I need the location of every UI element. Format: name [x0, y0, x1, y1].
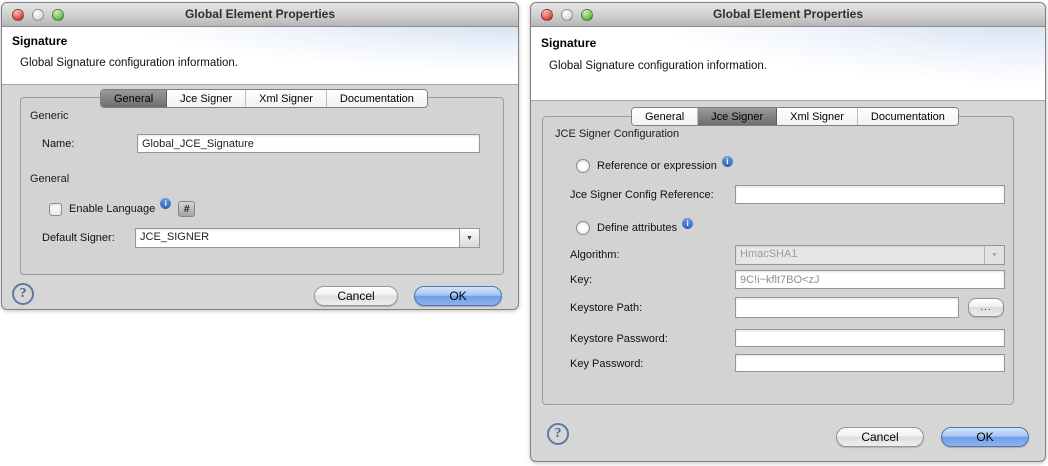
reference-or-expression-label: Reference or expression [597, 160, 717, 172]
cancel-button[interactable]: Cancel [836, 427, 924, 447]
jce-signer-config-label: JCE Signer Configuration [555, 128, 679, 140]
title-bar[interactable]: Global Element Properties [2, 3, 518, 27]
keystore-path-input[interactable] [735, 297, 959, 318]
dialog-global-element-properties-jce-signer: Global Element Properties Signature Glob… [530, 2, 1046, 462]
tab-documentation[interactable]: Documentation [858, 108, 958, 125]
info-icon[interactable]: i [722, 156, 733, 167]
tab-bar: General Jce Signer Xml Signer Documentat… [631, 107, 959, 126]
default-signer-combo[interactable]: JCE_SIGNER ▼ [135, 228, 480, 248]
dialog-header: Signature Global Signature configuration… [2, 27, 518, 85]
enable-language-row: Enable Language i # [49, 201, 195, 217]
title-bar[interactable]: Global Element Properties [531, 3, 1045, 27]
chevron-down-icon: ▼ [984, 246, 1004, 264]
page-subtitle: Global Signature configuration informati… [549, 60, 767, 72]
tab-general[interactable]: General [632, 108, 698, 125]
generic-group-label: Generic [30, 110, 69, 122]
key-input[interactable] [735, 270, 1005, 289]
name-input[interactable] [137, 134, 480, 153]
tab-content-panel [20, 97, 504, 275]
config-reference-label: Jce Signer Config Reference: [570, 189, 714, 201]
page-title: Signature [541, 36, 596, 50]
tab-xml-signer[interactable]: Xml Signer [246, 90, 327, 107]
tab-xml-signer[interactable]: Xml Signer [777, 108, 858, 125]
reference-or-expression-row: Reference or expression i [576, 159, 733, 173]
page-subtitle: Global Signature configuration informati… [20, 57, 238, 69]
tab-jce-signer[interactable]: Jce Signer [167, 90, 246, 107]
algorithm-combo: HmacSHA1 ▼ [735, 245, 1005, 265]
tab-documentation[interactable]: Documentation [327, 90, 427, 107]
dialog-header: Signature Global Signature configuration… [531, 27, 1045, 101]
define-attributes-row: Define attributes i [576, 221, 693, 235]
key-password-label: Key Password: [570, 358, 643, 370]
key-label: Key: [570, 274, 592, 286]
cancel-button[interactable]: Cancel [314, 286, 398, 306]
dialog-global-element-properties-general: Global Element Properties Signature Glob… [1, 2, 519, 310]
browse-button[interactable]: ... [968, 298, 1004, 317]
window-title: Global Element Properties [531, 7, 1045, 21]
expression-icon[interactable]: # [178, 201, 195, 217]
info-icon[interactable]: i [160, 198, 171, 209]
enable-language-checkbox[interactable] [49, 203, 62, 216]
info-icon[interactable]: i [682, 218, 693, 229]
keystore-password-label: Keystore Password: [570, 333, 668, 345]
help-button[interactable]: ? [547, 423, 569, 445]
general-group-label: General [30, 173, 69, 185]
page-title: Signature [12, 34, 67, 48]
window-title: Global Element Properties [2, 7, 518, 21]
ok-button[interactable]: OK [941, 427, 1029, 447]
algorithm-label: Algorithm: [570, 249, 620, 261]
algorithm-value: HmacSHA1 [736, 246, 984, 264]
name-label: Name: [42, 138, 74, 150]
tab-jce-signer[interactable]: Jce Signer [698, 108, 777, 125]
keystore-password-input[interactable] [735, 329, 1005, 347]
help-button[interactable]: ? [12, 283, 34, 305]
config-reference-input[interactable] [735, 185, 1005, 204]
ok-button[interactable]: OK [414, 286, 502, 306]
define-attributes-radio[interactable] [576, 221, 590, 235]
tab-general[interactable]: General [101, 90, 167, 107]
define-attributes-label: Define attributes [597, 222, 677, 234]
default-signer-value: JCE_SIGNER [136, 229, 459, 247]
chevron-down-icon[interactable]: ▼ [459, 229, 479, 247]
keystore-path-label: Keystore Path: [570, 302, 642, 314]
default-signer-label: Default Signer: [42, 232, 115, 244]
enable-language-label: Enable Language [69, 203, 155, 215]
tab-bar: General Jce Signer Xml Signer Documentat… [100, 89, 428, 108]
key-password-input[interactable] [735, 354, 1005, 372]
reference-or-expression-radio[interactable] [576, 159, 590, 173]
